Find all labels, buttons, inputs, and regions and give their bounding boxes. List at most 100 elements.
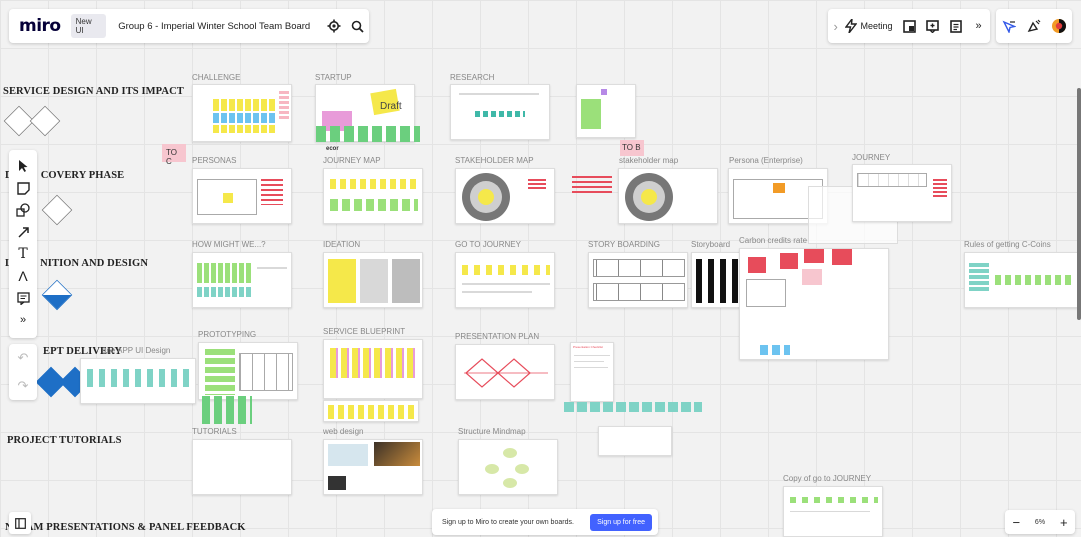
double-diamond-diagram [464,358,548,388]
frame-web-design[interactable] [323,439,423,495]
to-c-sticker[interactable]: TO C [162,144,186,166]
frame-label-structure-mindmap: Structure Mindmap [458,427,526,436]
meeting-button[interactable]: Meeting [861,21,893,31]
sticky-note-icon[interactable] [11,177,35,199]
checklist-sticky-row [564,402,702,412]
frame-carbon-credits[interactable] [739,248,889,360]
frame-label-presentation-plan: PRESENTATION PLAN [455,332,540,341]
frame-label-story-boarding: STORY BOARDING [588,240,661,249]
frame-rules-c-coins[interactable] [964,252,1078,308]
frame-label-research: RESEARCH [450,73,495,82]
miro-logo[interactable]: miro [19,16,61,36]
frame-presentation-checklist[interactable]: Presentation Checklist [570,342,614,402]
cursor-select-icon[interactable] [997,14,1021,38]
signup-banner: Sign up to Miro to create your own board… [432,509,658,535]
pen-tool-icon[interactable]: Λ [11,265,35,287]
section-team-presentations: NEAM PRESENTATIONS & PANEL FEEDBACK [5,522,246,533]
frame-label-copy-go-to-journey: Copy of go to JOURNEY [783,474,872,483]
zoom-in-button[interactable]: + [1060,515,1068,530]
section-service-design: SERVICE DESIGN AND ITS IMPACT [3,86,184,97]
frame-stakeholder-map[interactable] [455,168,555,224]
startup-caption: ecor [326,146,339,152]
to-b-sticker[interactable]: TO B [620,140,644,156]
frame-copy-go-to-journey[interactable] [783,486,883,537]
chevron-right-icon[interactable]: › [828,14,843,38]
notes-icon[interactable] [944,14,967,38]
frame-personas[interactable] [192,168,292,224]
frame-label-journey: JOURNEY [852,153,891,162]
frame-label-storyboard: Storyboard [691,240,731,249]
diamond-icon [29,105,61,137]
frame-structure-mindmap[interactable] [458,439,558,495]
prototype-screens [202,396,252,424]
frame-research[interactable] [450,84,550,140]
frame-label-challenge: CHALLENGE [192,73,241,82]
settings-icon[interactable] [322,14,345,38]
frame-journey[interactable] [852,164,952,222]
diamond-icon [41,194,73,226]
board-header: miro New UI Group 6 - Imperial Winter Sc… [9,9,369,43]
text-tool-icon[interactable]: T [11,243,35,265]
frame-service-blueprint-detail[interactable] [323,400,419,422]
frame-flow-detail[interactable] [598,426,672,456]
frame-journey-map[interactable] [323,168,423,224]
frame-service-blueprint[interactable] [323,339,423,399]
frame-label-startup: STARTUP [315,73,352,82]
connector-arrow-icon[interactable] [11,221,35,243]
redo-icon[interactable]: ↷ [18,378,29,394]
frame-label-stakeholder-map-2: stakeholder map [619,156,679,165]
frame-label-prototyping: PROTOTYPING [198,330,257,339]
frame-label-rules-c-coins: Rules of getting C-Coins [964,240,1051,249]
frame-label-personas: PERSONAS [192,156,237,165]
frame-prototyping[interactable] [198,342,298,400]
signup-text: Sign up to Miro to create your own board… [442,518,574,526]
frame-label-journey-map: JOURNEY MAP [323,156,381,165]
frame-label-how-might-we: HOW MIGHT WE...? [192,240,266,249]
search-icon[interactable] [346,14,369,38]
creation-toolbar: T Λ » [9,150,37,338]
user-toolbar [996,9,1072,43]
frame-label-service-blueprint: SERVICE BLUEPRINT [323,327,406,336]
diamond-icon-row [41,194,73,226]
red-notes [572,176,612,196]
frame-presentation-plan[interactable] [455,344,555,400]
board-name[interactable]: Group 6 - Imperial Winter School Team Bo… [118,21,310,32]
frame-story-boarding[interactable] [588,252,688,308]
frame-tutorials[interactable] [192,439,292,495]
expand-chevrons-icon[interactable]: » [967,14,990,38]
lightning-icon[interactable] [843,14,858,38]
frame-ideation[interactable] [323,252,423,308]
frame-label-stakeholder-map: STAKEHOLDER MAP [455,156,534,165]
more-tools-icon[interactable]: » [11,309,35,331]
frame-stakeholder-map-2[interactable] [618,168,718,224]
zoom-level[interactable]: 6% [1035,519,1045,526]
frame-label-persona-enterprise: Persona (Enterprise) [729,156,803,165]
collaboration-toolbar: › Meeting » [828,9,990,43]
frame-label-one-app: one APP UI Design [102,346,171,355]
zoom-out-button[interactable]: − [1012,515,1020,530]
frame-one-app[interactable] [80,358,196,404]
frame-label-go-to-journey: GO TO JOURNEY [455,240,521,249]
shapes-icon[interactable] [11,199,35,221]
comment-icon[interactable] [921,14,944,38]
frame-research-notes[interactable] [576,84,636,138]
zoom-controls: − 6% + [1005,510,1075,534]
new-ui-badge[interactable]: New UI [70,14,107,38]
frame-go-to-journey[interactable] [455,252,555,308]
frame-label-ideation: IDEATION [323,240,361,249]
frame-challenge[interactable] [192,84,292,142]
frame-how-might-we[interactable] [192,252,292,308]
startup-sticky-cluster [316,126,420,142]
frame-label-carbon-credits: Carbon credits rate [739,236,808,245]
frames-panel-icon[interactable] [9,512,31,534]
select-cursor-icon[interactable] [11,155,35,177]
signup-button[interactable]: Sign up for free [590,513,652,531]
frame-label-tutorials: TUTORIALS [192,427,237,436]
diamond-icon-row [41,279,73,311]
vertical-scrollbar[interactable] [1077,88,1081,320]
reaction-icon[interactable] [1022,14,1046,38]
comment-tool-icon[interactable] [11,287,35,309]
user-avatar-icon[interactable] [1047,14,1071,38]
undo-icon[interactable]: ↶ [18,350,29,366]
frame-export-icon[interactable] [899,14,922,38]
